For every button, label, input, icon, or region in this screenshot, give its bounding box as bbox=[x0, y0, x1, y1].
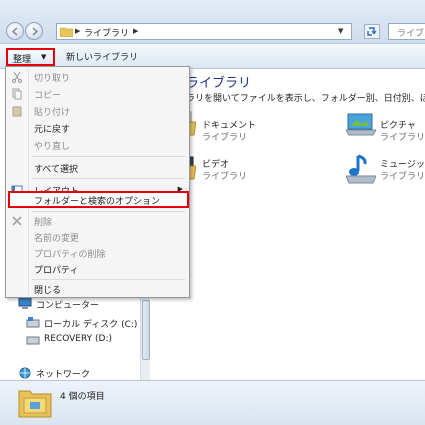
tree-item-label: ローカル ディスク (C:) bbox=[44, 320, 138, 330]
copy-icon bbox=[12, 88, 22, 100]
menu-item-label: 切り取り bbox=[34, 74, 71, 84]
page-title: ライブラリ bbox=[186, 76, 252, 91]
menu-item-remove-properties[interactable]: プロパティの削除 bbox=[8, 245, 187, 261]
drive-icon bbox=[26, 336, 40, 345]
menu-item-label: 元に戻す bbox=[34, 125, 71, 135]
breadcrumb-libraries[interactable]: ライブラリ bbox=[84, 26, 129, 39]
library-item-pictures[interactable]: ピクチャ ライブラリ bbox=[346, 110, 425, 150]
menu-item-label: すべて選択 bbox=[34, 165, 79, 175]
menu-item-label: プロパティ bbox=[34, 266, 79, 276]
library-item-type: ライブラリ bbox=[202, 172, 248, 182]
delete-icon bbox=[12, 216, 22, 226]
menu-item-rename[interactable]: 名前の変更 bbox=[8, 229, 187, 245]
tree-item-label: コンピューター bbox=[36, 301, 100, 311]
drive-icon bbox=[26, 317, 40, 328]
library-content-pane: ライブラリ ラリを開いてファイルを表示し、フォルダー別、日付別、ほ ドキュメント… bbox=[150, 70, 425, 380]
tree-item-label: RECOVERY (D:) bbox=[44, 334, 113, 344]
forward-arrow-icon bbox=[32, 27, 39, 36]
cut-icon bbox=[12, 71, 22, 83]
scrollbar-thumb[interactable] bbox=[142, 300, 150, 360]
breadcrumb-separator[interactable]: ▶ bbox=[133, 27, 138, 35]
library-item-type: ライブラリ bbox=[380, 133, 425, 143]
back-button[interactable] bbox=[6, 22, 24, 40]
library-description: ラリを開いてファイルを表示し、フォルダー別、日付別、ほ bbox=[186, 94, 425, 104]
organize-button[interactable]: 整理 ▼ bbox=[6, 48, 55, 66]
forward-button[interactable] bbox=[25, 22, 43, 40]
menu-item-label: フォルダーと検索のオプション bbox=[34, 197, 161, 207]
folder-icon bbox=[60, 27, 73, 37]
refresh-icon bbox=[367, 27, 377, 36]
breadcrumb-separator[interactable]: ▶ bbox=[75, 27, 80, 35]
menu-item-delete[interactable]: 削除 bbox=[8, 213, 187, 229]
library-item-music[interactable]: ミュージッ ライブラリ bbox=[346, 154, 425, 194]
menu-separator bbox=[32, 156, 185, 157]
menu-separator bbox=[32, 211, 185, 212]
back-arrow-icon bbox=[11, 27, 18, 36]
refresh-button[interactable] bbox=[364, 24, 380, 39]
menu-item-copy[interactable]: コピー bbox=[8, 86, 187, 102]
menu-item-properties[interactable]: プロパティ bbox=[8, 261, 187, 277]
menu-item-redo[interactable]: やり直し bbox=[8, 137, 187, 153]
address-history-dropdown[interactable]: ▼ bbox=[338, 27, 343, 35]
menu-item-folder-options[interactable]: フォルダーと検索のオプション bbox=[8, 191, 189, 208]
menu-item-label: プロパティの削除 bbox=[34, 250, 106, 260]
search-input[interactable]: ライブラ bbox=[388, 23, 425, 40]
computer-icon bbox=[18, 297, 32, 309]
menu-item-label: やり直し bbox=[34, 142, 71, 152]
menu-item-paste[interactable]: 貼り付け bbox=[8, 103, 187, 119]
menu-item-label: 名前の変更 bbox=[34, 234, 80, 244]
menu-item-cut[interactable]: 切り取り bbox=[8, 69, 187, 85]
menu-item-undo[interactable]: 元に戻す bbox=[8, 120, 187, 136]
library-item-type: ライブラリ bbox=[202, 133, 248, 143]
address-bar-area: ▶ ライブラリ ▶ ▼ ライブラ bbox=[0, 0, 425, 44]
address-field[interactable]: ▶ ライブラリ ▶ bbox=[56, 23, 352, 40]
organize-label: 整理 bbox=[13, 55, 32, 65]
library-item-type: ライブラリ bbox=[380, 172, 425, 182]
tree-item-label: ネットワーク bbox=[36, 370, 91, 380]
organize-menu: 切り取り コピー 貼り付け 元に戻す やり直し すべて選択 レイアウト ▶ フォ… bbox=[5, 66, 190, 298]
chevron-down-icon: ▼ bbox=[41, 53, 47, 61]
paste-icon bbox=[12, 106, 22, 117]
menu-separator bbox=[32, 279, 185, 280]
menu-item-close[interactable]: 閉じる bbox=[8, 281, 187, 297]
network-icon bbox=[19, 367, 31, 379]
new-library-button[interactable]: 新しいライブラリ bbox=[66, 50, 138, 63]
menu-item-label: コピー bbox=[34, 91, 62, 101]
status-bar: 4 個の項目 bbox=[0, 380, 425, 425]
menu-separator bbox=[32, 178, 185, 179]
pictures-library-icon bbox=[346, 113, 376, 136]
library-folder-icon bbox=[18, 390, 52, 418]
menu-item-select-all[interactable]: すべて選択 bbox=[8, 160, 187, 176]
menu-item-label: 閉じる bbox=[34, 286, 62, 296]
music-library-icon bbox=[346, 154, 376, 184]
menu-item-label: 削除 bbox=[34, 218, 53, 228]
search-placeholder: ライブラ bbox=[397, 29, 425, 39]
item-count: 4 個の項目 bbox=[60, 392, 105, 402]
menu-item-label: 貼り付け bbox=[34, 108, 71, 118]
